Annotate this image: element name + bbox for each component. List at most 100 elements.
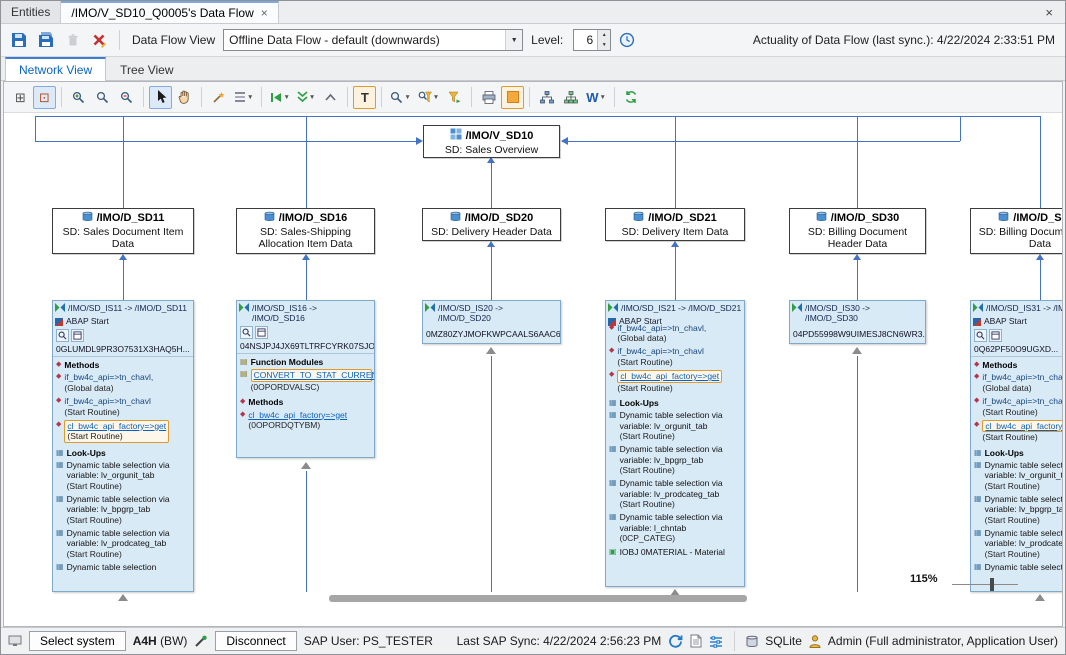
transform-title: /IMO/SD_IS31 -> /IMO/D_SD31 <box>986 303 1062 313</box>
magnifier-icon[interactable] <box>240 326 253 339</box>
search-filter-icon[interactable]: ▼ <box>415 86 442 109</box>
lookup-icon: ▦ <box>56 562 64 572</box>
pan-hand-icon[interactable] <box>173 86 196 109</box>
transform-node-is20[interactable]: /IMO/SD_IS20 -> /IMO/D_SD20 0MZ80ZYJMOFK… <box>422 300 561 344</box>
lookup-icon: ▦ <box>56 528 64 538</box>
chevron-down-icon: ▼ <box>247 94 253 101</box>
node-dso[interactable]: /IMO/D_SD20 SD: Delivery Header Data <box>422 208 561 241</box>
apply-filter-icon[interactable] <box>443 86 466 109</box>
network-map-icon[interactable] <box>559 86 582 109</box>
select-system-button[interactable]: Select system <box>29 631 126 651</box>
detail-window-icon[interactable] <box>71 329 84 342</box>
connector-line <box>960 116 961 141</box>
tab-close-icon[interactable]: × <box>261 7 268 19</box>
method-item: ◆if_bw4c_api=>tn_chavl,(Global data) <box>971 371 1062 395</box>
more-content-arrow[interactable] <box>1035 594 1045 601</box>
transform-node-is21[interactable]: /IMO/SD_IS21 -> /IMO/D_SD21 ABAP Start ◆… <box>605 300 745 587</box>
cleanup-layout-icon[interactable] <box>207 86 230 109</box>
method-link[interactable]: cl_bw4c_api_factory=>get <box>248 410 372 420</box>
highlight-region-icon[interactable] <box>501 86 524 109</box>
node-dso[interactable]: /IMO/D_SD30 SD: Billing Document Header … <box>789 208 926 254</box>
snap-grid-icon[interactable]: ⊡ <box>33 86 56 109</box>
pane-close-icon[interactable]: × <box>1033 1 1065 23</box>
node-dso[interactable]: /IMO/D_SD16 SD: Sales-Shipping Allocatio… <box>236 208 375 254</box>
system-name: A4H <box>133 634 157 648</box>
nav-first-icon[interactable]: ▼ <box>267 86 292 109</box>
method-item: ◆cl_bw4c_api_factory=>get(Start Routine) <box>53 419 193 445</box>
detail-window-icon[interactable] <box>989 329 1002 342</box>
lookup-icon: ▦ <box>974 562 982 572</box>
more-content-arrow[interactable] <box>486 347 496 354</box>
discard-changes-icon[interactable] <box>88 29 111 52</box>
sync-refresh-icon[interactable] <box>668 634 683 649</box>
transformation-icon <box>792 303 802 314</box>
zoom-out-icon[interactable] <box>115 86 138 109</box>
methods-icon: ◆ <box>240 397 245 407</box>
zoom-slider-track[interactable] <box>952 584 1018 585</box>
function-module-link[interactable]: CONVERT_TO_STAT_CURRENCY <box>254 370 369 380</box>
method-link[interactable]: cl_bw4c_api_factory=>get <box>985 421 1062 431</box>
more-content-arrow[interactable] <box>301 462 311 469</box>
word-export-icon[interactable]: W▼ <box>583 86 609 109</box>
method-link[interactable]: cl_bw4c_api_factory=>get <box>67 421 166 431</box>
collapse-all-icon[interactable] <box>319 86 342 109</box>
tab-dataflow[interactable]: /IMO/V_SD10_Q0005's Data Flow × <box>61 1 278 23</box>
dso-icon <box>816 211 827 226</box>
level-up-icon[interactable]: ▲ <box>598 30 610 40</box>
zoom-in-icon[interactable] <box>67 86 90 109</box>
pointer-icon[interactable] <box>149 86 172 109</box>
transform-node-is11[interactable]: /IMO/SD_IS11 -> /IMO/D_SD11 ABAP Start 0… <box>52 300 194 592</box>
node-dso[interactable]: /IMO/D_SD31 SD: Billing Document Item Da… <box>970 208 1062 254</box>
save-all-icon[interactable] <box>34 29 57 52</box>
zoom-100-icon[interactable] <box>91 86 114 109</box>
zoom-level-label: 115% <box>910 573 938 585</box>
node-composite-provider[interactable]: /IMO/V_SD10 SD: Sales Overview <box>423 125 560 158</box>
node-dso[interactable]: /IMO/D_SD21 SD: Delivery Item Data <box>605 208 745 241</box>
layout-options-icon[interactable]: ▼ <box>231 86 256 109</box>
level-value[interactable]: 6 <box>574 30 597 50</box>
more-content-arrow[interactable] <box>852 347 862 354</box>
connector-line <box>857 258 858 300</box>
node-dso[interactable]: /IMO/D_SD11 SD: Sales Document Item Data <box>52 208 194 254</box>
print-icon[interactable] <box>477 86 500 109</box>
connector-line <box>675 116 676 208</box>
graph-panel: ⊞ ⊡ ▼ ▼ ▼ T ▼ ▼ <box>3 81 1063 627</box>
node-name: /IMO/D_SD16 <box>279 212 347 225</box>
horizontal-scrollbar-thumb[interactable] <box>329 595 747 602</box>
zoom-slider-thumb[interactable] <box>990 578 994 591</box>
transform-node-is16[interactable]: /IMO/SD_IS16 -> /IMO/D_SD16 04NSJPJ4JX69… <box>236 300 375 458</box>
delete-icon[interactable] <box>61 29 84 52</box>
chevron-down-icon[interactable]: ▼ <box>505 30 522 50</box>
grid-icon[interactable]: ⊞ <box>9 86 32 109</box>
expand-all-icon[interactable]: ▼ <box>294 86 318 109</box>
lookup-item: ▦Dynamic table selection via variable: l… <box>606 409 744 443</box>
compare-settings-icon[interactable] <box>709 635 723 648</box>
transform-node-is31[interactable]: /IMO/SD_IS31 -> /IMO/D_SD31 ABAP Start 0… <box>970 300 1062 592</box>
method-item: ◆if_bw4c_api=>tn_chavl,(Global data) <box>53 371 193 395</box>
save-icon[interactable] <box>7 29 30 52</box>
hierarchy-view-icon[interactable] <box>535 86 558 109</box>
transform-node-is30[interactable]: /IMO/SD_IS30 -> /IMO/D_SD30 04PD55998W9U… <box>789 300 926 344</box>
dropdown-value: Offline Data Flow - default (downwards) <box>229 33 505 47</box>
detail-window-icon[interactable] <box>255 326 268 339</box>
network-canvas[interactable]: /IMO/V_SD10 SD: Sales Overview /IMO/D_SD… <box>4 113 1062 626</box>
disconnect-button[interactable]: Disconnect <box>215 631 296 651</box>
method-link[interactable]: cl_bw4c_api_factory=>get <box>620 371 719 381</box>
refresh-icon[interactable] <box>620 86 643 109</box>
magnifier-icon[interactable] <box>974 329 987 342</box>
section-header: Methods <box>64 360 99 370</box>
method-item: ◆if_bw4c_api=>tn_chavl(Start Routine) <box>606 345 744 369</box>
tab-entities[interactable]: Entities <box>1 1 61 23</box>
tab-network-view[interactable]: Network View <box>5 57 106 81</box>
text-tool-icon[interactable]: T <box>353 86 376 109</box>
level-stepper[interactable]: 6 ▲ ▼ <box>573 29 611 51</box>
sync-clock-icon[interactable] <box>615 29 638 52</box>
more-content-arrow[interactable] <box>118 594 128 601</box>
level-down-icon[interactable]: ▼ <box>598 40 610 50</box>
log-document-icon[interactable] <box>690 634 702 648</box>
search-icon[interactable]: ▼ <box>387 86 413 109</box>
data-flow-view-dropdown[interactable]: Offline Data Flow - default (downwards) … <box>223 29 523 51</box>
tab-tree-view[interactable]: Tree View <box>106 58 187 81</box>
program-hash: 0GLUMDL9PR3O7531X3HAQ5H... <box>53 343 193 357</box>
magnifier-icon[interactable] <box>56 329 69 342</box>
